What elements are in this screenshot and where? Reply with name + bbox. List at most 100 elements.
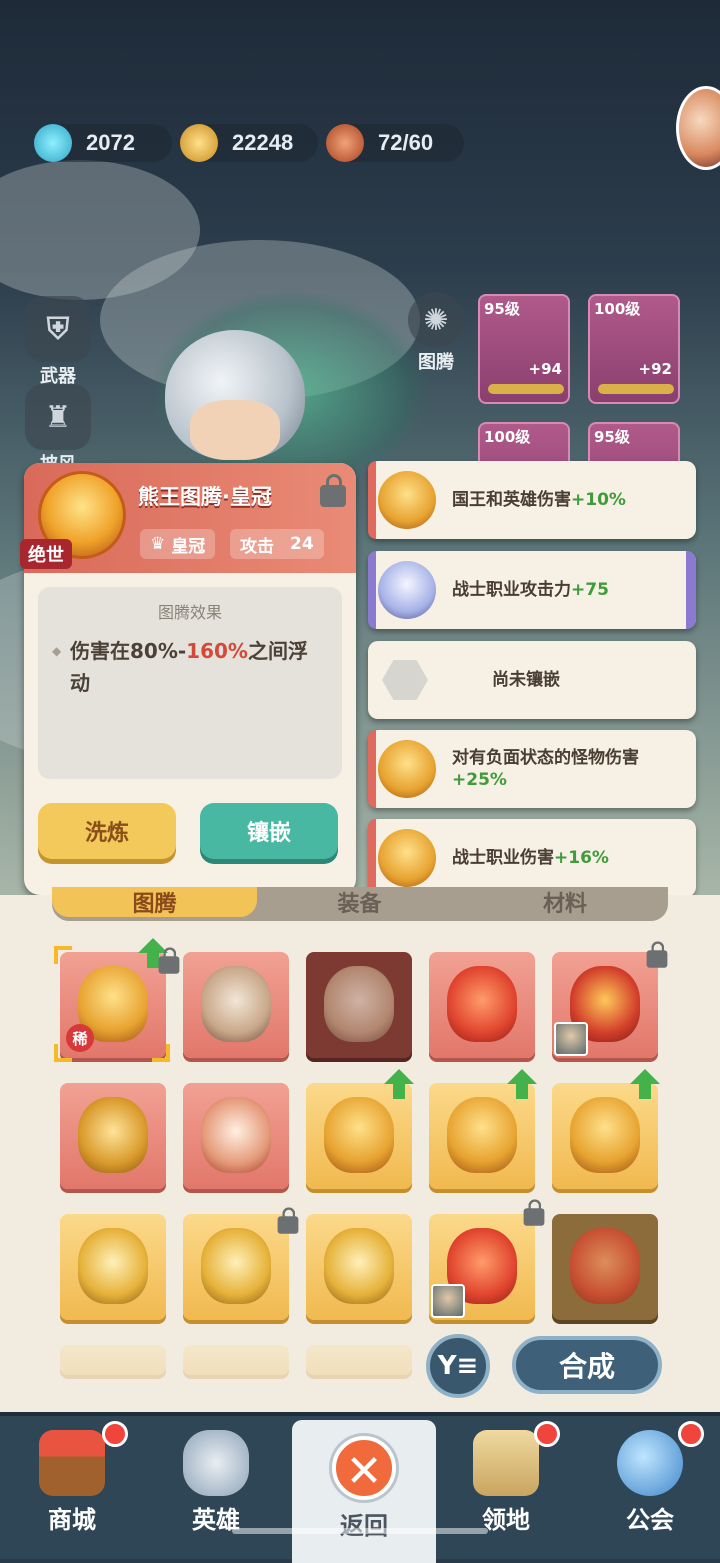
gold-coin-icon — [180, 124, 218, 162]
totem-slot[interactable]: 战士职业攻击力+75 — [368, 551, 696, 629]
gear-level: 100级 — [484, 428, 531, 446]
totem-item[interactable] — [306, 1214, 412, 1320]
totem-item[interactable] — [306, 952, 412, 1058]
nav-back[interactable]: ✕ 返回 — [292, 1420, 436, 1563]
lock-icon[interactable] — [277, 1207, 299, 1234]
nav-shop-label: 商城 — [48, 1506, 96, 1534]
totem-item[interactable] — [60, 1083, 166, 1189]
weapon-icon: ⛨ — [25, 296, 91, 362]
crown-icon: ♛ — [150, 534, 166, 554]
lion-totem-icon — [378, 829, 436, 887]
slot-color-bar — [686, 551, 696, 629]
hero-face — [190, 400, 280, 460]
gold-counter[interactable]: 22248 — [180, 124, 318, 162]
totem-label: 图腾 — [418, 352, 454, 373]
tab-totem[interactable]: 图腾 — [52, 887, 257, 917]
gear-card[interactable]: 100级 +92 — [588, 294, 680, 404]
bull-skull-totem-icon — [324, 966, 394, 1042]
gear-plus: +92 — [638, 360, 672, 378]
totem-item[interactable] — [60, 1214, 166, 1320]
slot-effect-bonus: +16% — [554, 848, 609, 868]
slot-effect: 对有负面状态的怪物伤害+25% — [452, 747, 682, 791]
tab-equipment[interactable]: 装备 — [257, 887, 462, 917]
totem-item[interactable] — [552, 1214, 658, 1320]
home-indicator[interactable] — [232, 1528, 488, 1534]
gear-level: 95级 — [484, 300, 520, 318]
totem-item[interactable] — [183, 1207, 299, 1320]
slot-empty-text: 尚未镶嵌 — [492, 670, 560, 690]
tab-materials[interactable]: 材料 — [462, 887, 668, 917]
slot-effect: 战士职业伤害+16% — [452, 847, 609, 869]
bull-skull-totem-icon — [78, 1228, 148, 1304]
totem-title: 熊王图腾·皇冠 — [138, 485, 272, 509]
planet-icon — [617, 1430, 683, 1496]
lock-icon[interactable] — [320, 474, 346, 507]
equipped-hero-avatar — [431, 1284, 465, 1318]
totem-item[interactable] — [60, 1345, 166, 1375]
totem-slot[interactable]: 对有负面状态的怪物伤害+25% — [368, 730, 696, 808]
phoenix-totem-icon — [570, 1228, 640, 1304]
slot-effect-text: 国王和英雄伤害 — [452, 490, 571, 510]
empty-hex-icon — [382, 660, 428, 700]
effect-prefix: 伤害在80%- — [70, 639, 187, 663]
totem-button[interactable]: ✺ 图腾 — [396, 292, 476, 374]
totem-item[interactable]: 稀 — [60, 938, 180, 1058]
cape-icon: ♜ — [25, 384, 91, 450]
totem-item[interactable] — [429, 952, 535, 1058]
slot-effect-bonus: +75 — [571, 580, 609, 600]
attack-value: 24 — [290, 534, 314, 554]
totem-effect-box: 图腾效果 伤害在80%-160%之间浮动 — [38, 587, 342, 779]
bull-skull-totem-icon — [201, 1228, 271, 1304]
dragon-totem-icon — [78, 1097, 148, 1173]
inventory-tabs: 图腾 装备 材料 — [52, 887, 668, 921]
notification-dot — [678, 1421, 704, 1447]
totem-item[interactable] — [429, 1069, 537, 1189]
totem-item[interactable] — [306, 1345, 412, 1375]
totem-slot[interactable]: 战士职业伤害+16% — [368, 819, 696, 897]
phoenix-totem-icon — [447, 966, 517, 1042]
lock-icon[interactable] — [646, 941, 668, 968]
totem-slot-empty[interactable]: 尚未镶嵌 — [368, 641, 696, 719]
nav-hero[interactable]: 英雄 — [144, 1416, 288, 1563]
gem-counter[interactable]: 2072 — [34, 124, 172, 162]
slot-color-bar — [368, 461, 376, 539]
notification-dot — [534, 1421, 560, 1447]
filter-button[interactable]: Y≡ — [426, 1334, 490, 1398]
lock-icon[interactable] — [158, 947, 180, 974]
effect-highlight: 160% — [186, 639, 248, 663]
lock-icon[interactable] — [523, 1199, 545, 1226]
shop-stall-icon — [39, 1430, 105, 1496]
nav-guild-label: 公会 — [626, 1506, 674, 1534]
fox-totem-icon — [201, 1097, 271, 1173]
gold-count: 22248 — [232, 130, 294, 155]
totem-item[interactable] — [306, 1069, 414, 1189]
wash-button[interactable]: 洗炼 — [38, 803, 176, 859]
totem-slot[interactable]: 国王和英雄伤害+10% — [368, 461, 696, 539]
weapon-button[interactable]: ⛨ 武器 — [18, 296, 98, 388]
close-icon: ✕ — [332, 1436, 396, 1500]
totem-item[interactable] — [183, 1083, 289, 1189]
gear-level: 100级 — [594, 300, 641, 318]
slot-effect-text: 对有负面状态的怪物伤害 — [452, 748, 639, 768]
stamina-counter[interactable]: 72/60 — [326, 124, 464, 162]
gear-card[interactable]: 95级 +94 — [478, 294, 570, 404]
totem-item[interactable] — [552, 941, 668, 1058]
merge-button[interactable]: 合成 — [512, 1336, 662, 1394]
totem-item[interactable] — [183, 952, 289, 1058]
slot-effect: 国王和英雄伤害+10% — [452, 489, 626, 511]
effect-title: 图腾效果 — [157, 603, 222, 622]
lion-totem-icon — [570, 1097, 640, 1173]
inlay-button[interactable]: 镶嵌 — [200, 803, 338, 859]
bear-totem-icon — [378, 561, 436, 619]
totem-item[interactable] — [429, 1199, 545, 1320]
equipped-hero-avatar — [554, 1022, 588, 1056]
slot-effect-text: 战士职业伤害 — [452, 848, 554, 868]
slot-effect: 战士职业攻击力+75 — [452, 579, 609, 601]
bull-skull-totem-icon — [201, 966, 271, 1042]
lion-totem-icon — [447, 1097, 517, 1173]
totem-item[interactable] — [183, 1345, 289, 1375]
selection-corner — [54, 946, 72, 964]
totem-detail-card: 绝世 熊王图腾·皇冠 ♛ 皇冠 攻击 24 图腾效果 伤害在80%-160%之间… — [20, 463, 356, 895]
stamina-count: 72/60 — [378, 130, 434, 155]
totem-item[interactable] — [552, 1069, 660, 1189]
